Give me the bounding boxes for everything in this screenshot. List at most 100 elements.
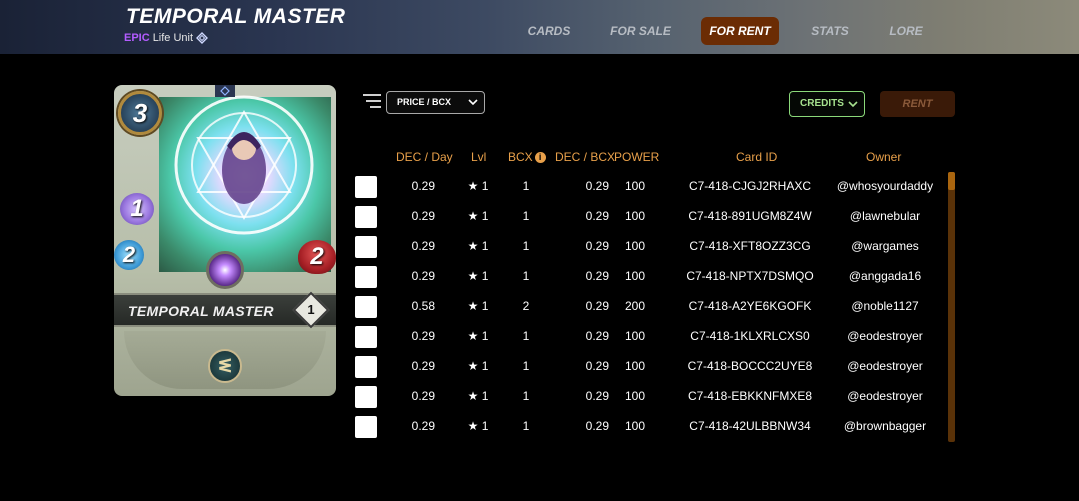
mana-cost-badge: 3 xyxy=(118,91,162,135)
row-select-checkbox[interactable] xyxy=(355,326,377,348)
table-row[interactable]: 0.29 ★ 1 1 0.29 100 C7-418-891UGM8Z4W @lawnebu… xyxy=(355,206,945,228)
header-lvl[interactable]: Lvl xyxy=(471,150,486,164)
cell-lvl: ★ 1 xyxy=(467,269,489,283)
cell-bcx: 1 xyxy=(522,269,530,283)
header-card-id[interactable]: Card ID xyxy=(736,150,777,164)
cell-power: 100 xyxy=(624,239,646,253)
cell-dec-day: 0.29 xyxy=(411,359,435,373)
cell-card-id: C7-418-891UGM8Z4W xyxy=(688,209,812,223)
cell-dec-day: 0.29 xyxy=(411,239,435,253)
table-row[interactable]: 0.29 ★ 1 1 0.29 100 C7-418-XFT8OZZ3CG @wargame… xyxy=(355,236,945,258)
cell-lvl: ★ 1 xyxy=(467,299,489,313)
filter-icon[interactable] xyxy=(363,93,381,109)
header-bcx[interactable]: BCX i xyxy=(508,150,546,164)
currency-select[interactable]: CREDITS xyxy=(789,91,865,117)
row-select-checkbox[interactable] xyxy=(355,236,377,258)
table-row[interactable]: 0.29 ★ 1 1 0.29 100 C7-418-NPTX7DSMQO @anggada… xyxy=(355,266,945,288)
scrollbar-track[interactable] xyxy=(948,172,955,442)
cell-bcx: 1 xyxy=(522,209,530,223)
cell-card-id: C7-418-EBKKNFMXE8 xyxy=(687,389,813,403)
cell-dec-day: 0.29 xyxy=(411,329,435,343)
cell-dec-day: 0.29 xyxy=(411,179,435,193)
table-row[interactable]: 0.29 ★ 1 1 0.29 100 C7-418-BOCCC2UYE8 @eodestr… xyxy=(355,356,945,378)
row-select-checkbox[interactable] xyxy=(355,416,377,438)
chevron-down-icon xyxy=(848,101,858,108)
cell-dec-day: 0.29 xyxy=(411,269,435,283)
cell-lvl: ★ 1 xyxy=(467,179,489,193)
row-select-checkbox[interactable] xyxy=(355,386,377,408)
rent-button[interactable]: RENT xyxy=(880,91,955,117)
tab-for-sale[interactable]: FOR SALE xyxy=(603,17,678,45)
cell-bcx: 1 xyxy=(522,389,530,403)
cell-dec-bcx: 0.29 xyxy=(585,419,609,433)
cell-card-id: C7-418-CJGJ2RHAXC xyxy=(688,179,812,193)
cell-dec-bcx: 0.29 xyxy=(585,269,609,283)
cell-bcx: 2 xyxy=(522,299,530,313)
tab-stats[interactable]: STATS xyxy=(802,17,858,45)
sort-select-value: PRICE / BCX xyxy=(397,97,452,107)
cell-card-id: C7-418-NPTX7DSMQO xyxy=(686,269,814,283)
table-row[interactable]: 0.29 ★ 1 1 0.29 100 C7-418-CJGJ2RHAXC @whosyou… xyxy=(355,176,945,198)
cell-bcx: 1 xyxy=(522,239,530,253)
cell-owner: @whosyourdaddy xyxy=(836,179,934,193)
cell-owner: @wargames xyxy=(851,239,919,253)
card-orb-icon xyxy=(206,251,244,289)
cell-power: 200 xyxy=(624,299,646,313)
card-name: TEMPORAL MASTER xyxy=(128,303,274,319)
cell-card-id: C7-418-A2YE6KGOFK xyxy=(688,299,812,313)
header-dec-day[interactable]: DEC / Day xyxy=(396,150,453,164)
table-row[interactable]: 0.29 ★ 1 1 0.29 100 C7-418-42ULBBNW34 @brownba… xyxy=(355,416,945,438)
cell-dec-day: 0.58 xyxy=(411,299,435,313)
row-select-checkbox[interactable] xyxy=(355,206,377,228)
row-select-checkbox[interactable] xyxy=(355,356,377,378)
cell-dec-bcx: 0.29 xyxy=(585,389,609,403)
cell-bcx: 1 xyxy=(522,419,530,433)
cell-owner: @eodestroyer xyxy=(847,359,923,373)
table-row[interactable]: 0.58 ★ 1 2 0.29 200 C7-418-A2YE6KGOFK @noble11… xyxy=(355,296,945,318)
row-select-checkbox[interactable] xyxy=(355,266,377,288)
header-dec-bcx[interactable]: DEC / BCX xyxy=(555,150,615,164)
cell-lvl: ★ 1 xyxy=(467,419,489,433)
cell-bcx: 1 xyxy=(522,179,530,193)
tab-cards[interactable]: CARDS xyxy=(517,17,581,45)
cell-power: 100 xyxy=(624,209,646,223)
cell-owner: @lawnebular xyxy=(849,209,921,223)
cell-dec-bcx: 0.29 xyxy=(585,239,609,253)
cell-dec-bcx: 0.29 xyxy=(585,209,609,223)
cell-power: 100 xyxy=(624,329,646,343)
cell-owner: @anggada16 xyxy=(848,269,922,283)
cell-owner: @noble1127 xyxy=(851,299,919,313)
cell-dec-bcx: 0.29 xyxy=(585,299,609,313)
edition-icon xyxy=(215,85,235,97)
tab-lore[interactable]: LORE xyxy=(878,17,934,45)
header-power[interactable]: POWER xyxy=(614,150,659,164)
cell-bcx: 1 xyxy=(522,359,530,373)
cell-card-id: C7-418-BOCCC2UYE8 xyxy=(687,359,813,373)
cell-dec-bcx: 0.29 xyxy=(585,359,609,373)
tab-for-rent[interactable]: FOR RENT xyxy=(701,17,779,45)
health-stat: 2 xyxy=(298,240,336,274)
header-bcx-label: BCX xyxy=(508,150,533,164)
ability-icon: ᓬ xyxy=(208,349,242,383)
table-row[interactable]: 0.29 ★ 1 1 0.29 100 C7-418-EBKKNFMXE8 @eodestr… xyxy=(355,386,945,408)
chevron-down-icon xyxy=(468,99,478,106)
cell-power: 100 xyxy=(624,179,646,193)
scrollbar-thumb[interactable] xyxy=(948,172,955,190)
sort-select[interactable]: PRICE / BCX xyxy=(386,91,485,114)
cell-bcx: 1 xyxy=(522,329,530,343)
currency-select-value: CREDITS xyxy=(800,98,844,109)
cell-dec-bcx: 0.29 xyxy=(585,179,609,193)
rune-circle-graphic xyxy=(174,95,314,235)
row-select-checkbox[interactable] xyxy=(355,296,377,318)
row-select-checkbox[interactable] xyxy=(355,176,377,198)
cell-card-id: C7-418-42ULBBNW34 xyxy=(689,419,811,433)
magic-attack-stat: 1 xyxy=(120,193,154,225)
cell-lvl: ★ 1 xyxy=(467,239,489,253)
info-icon[interactable]: i xyxy=(534,152,546,163)
table-row[interactable]: 0.29 ★ 1 1 0.29 100 C7-418-1KLXRLCXS0 @eodestr… xyxy=(355,326,945,348)
header-owner[interactable]: Owner xyxy=(866,150,901,164)
cell-lvl: ★ 1 xyxy=(467,329,489,343)
cell-dec-bcx: 0.29 xyxy=(585,329,609,343)
top-header: TEMPORAL MASTER EPIC Life Unit CARDS FOR… xyxy=(0,0,1079,54)
cell-card-id: C7-418-XFT8OZZ3CG xyxy=(689,239,811,253)
